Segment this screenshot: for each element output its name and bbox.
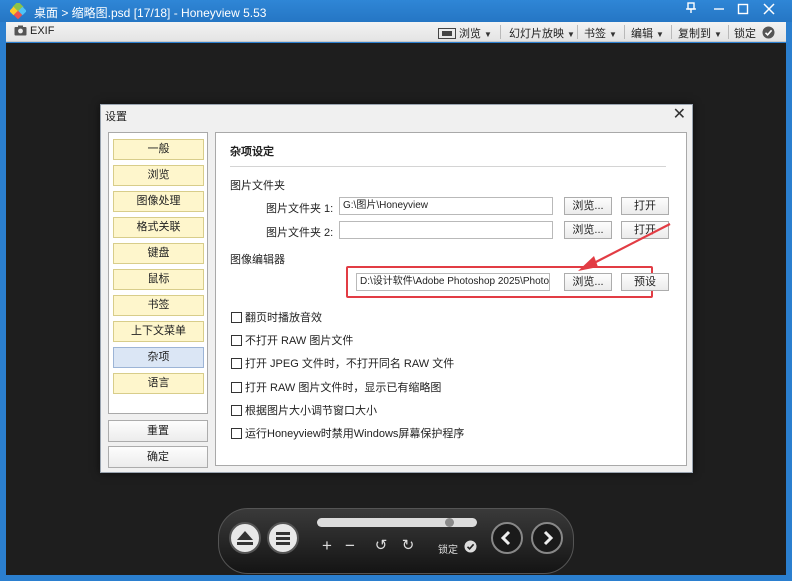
pin-icon[interactable] <box>680 1 702 21</box>
nav-item-general[interactable]: 一般 <box>113 139 204 160</box>
ok-button[interactable]: 确定 <box>108 446 208 468</box>
dialog-title: 设置 <box>105 111 127 123</box>
hamburger-icon <box>276 532 290 545</box>
rotate-right-icon[interactable]: ↻ <box>400 537 416 554</box>
toolbar-divider <box>624 25 625 39</box>
checkbox-raw-thumbnail[interactable]: 打开 RAW 图片文件时，显示已有缩略图 <box>231 379 441 394</box>
settings-dialog: 设置 ✕ 一般 浏览 图像处理 格式关联 键盘 鼠标 书签 上下文菜单 杂项 语… <box>100 104 693 473</box>
checkbox-box[interactable] <box>231 312 242 323</box>
slideshow-label: 幻灯片放映 <box>509 28 564 40</box>
copyto-menu[interactable]: 复制到 ▼ <box>678 25 722 41</box>
checkbox-jpeg-skip-raw[interactable]: 打开 JPEG 文件时，不打开同名 RAW 文件 <box>231 355 454 370</box>
lock-toggle[interactable]: 锁定 <box>734 25 778 41</box>
app-window: 桌面 > 缩略图.psd [17/18] - Honeyview 5.53 EX… <box>0 0 792 581</box>
nav-item-misc[interactable]: 杂项 <box>113 347 204 368</box>
checkbox-disable-screensaver[interactable]: 运行Honeyview时禁用Windows屏幕保护程序 <box>231 425 464 440</box>
toolbar-divider <box>577 25 578 39</box>
check-circle-icon <box>762 26 775 39</box>
eject-icon <box>237 531 253 545</box>
nav-item-context-menu[interactable]: 上下文菜单 <box>113 321 204 342</box>
chevron-down-icon: ▼ <box>714 30 722 39</box>
nav-item-keyboard[interactable]: 键盘 <box>113 243 204 264</box>
chevron-down-icon: ▼ <box>484 30 492 39</box>
toolbar-divider <box>671 25 672 39</box>
checkbox-box[interactable] <box>231 382 242 393</box>
editor-group-label: 图像编辑器 <box>230 254 285 266</box>
close-icon[interactable]: ✕ <box>673 106 686 124</box>
checkbox-page-sound[interactable]: 翻页时播放音效 <box>231 309 322 324</box>
main-toolbar: EXIF 浏览 ▼ 幻灯片放映 ▼ 书签 ▼ 编辑 ▼ 复制到 ▼ 锁定 <box>6 22 786 42</box>
window-title: 桌面 > 缩略图.psd [17/18] - Honeyview 5.53 <box>34 6 267 20</box>
chevron-down-icon: ▼ <box>609 30 617 39</box>
page-slider[interactable] <box>317 518 477 527</box>
slideshow-menu[interactable]: 幻灯片放映 ▼ <box>509 25 575 41</box>
lock-label[interactable]: 锁定 <box>438 541 458 556</box>
slider-thumb[interactable] <box>445 518 454 527</box>
reset-button[interactable]: 重置 <box>108 420 208 442</box>
lock-label: 锁定 <box>734 28 756 40</box>
edit-label: 编辑 <box>631 28 653 40</box>
exif-label: EXIF <box>30 25 55 37</box>
settings-nav: 一般 浏览 图像处理 格式关联 键盘 鼠标 书签 上下文菜单 杂项 语言 <box>108 132 208 414</box>
close-icon[interactable] <box>758 1 780 21</box>
previous-button[interactable] <box>491 522 523 554</box>
copyto-label: 复制到 <box>678 28 711 40</box>
bookmark-label: 书签 <box>584 28 606 40</box>
settings-content: 杂项设定 图片文件夹 图片文件夹 1: G:\图片\Honeyview 浏览..… <box>215 132 687 466</box>
section-divider <box>230 166 666 167</box>
folder1-field[interactable]: G:\图片\Honeyview <box>339 197 553 215</box>
folder1-browse-button[interactable]: 浏览... <box>564 197 612 215</box>
editor-preset-button[interactable]: 预设 <box>621 273 669 291</box>
exif-button[interactable]: EXIF <box>14 25 54 37</box>
checkbox-box[interactable] <box>231 405 242 416</box>
menu-button[interactable] <box>267 522 299 554</box>
nav-item-browse[interactable]: 浏览 <box>113 165 204 186</box>
bookmark-menu[interactable]: 书签 ▼ <box>584 25 617 41</box>
rotate-left-icon[interactable]: ↺ <box>373 537 389 554</box>
maximize-icon[interactable] <box>732 1 754 21</box>
nav-item-mouse[interactable]: 鼠标 <box>113 269 204 290</box>
editor-browse-button[interactable]: 浏览... <box>564 273 612 291</box>
zoom-in-icon[interactable]: + <box>319 537 335 554</box>
checkbox-fit-window[interactable]: 根据图片大小调节窗口大小 <box>231 402 377 417</box>
checkbox-box[interactable] <box>231 428 242 439</box>
check-circle-icon[interactable] <box>464 540 477 553</box>
edit-menu[interactable]: 编辑 ▼ <box>631 25 664 41</box>
nav-item-file-association[interactable]: 格式关联 <box>113 217 204 238</box>
browse-label: 浏览 <box>459 28 481 40</box>
folder-group-label: 图片文件夹 <box>230 180 285 192</box>
checkbox-no-raw[interactable]: 不打开 RAW 图片文件 <box>231 332 353 347</box>
folder1-open-button[interactable]: 打开 <box>621 197 669 215</box>
honeyview-logo-icon <box>10 3 26 19</box>
chevron-down-icon: ▼ <box>656 30 664 39</box>
checkbox-box[interactable] <box>231 358 242 369</box>
nav-item-image-processing[interactable]: 图像处理 <box>113 191 204 212</box>
nav-item-bookmark[interactable]: 书签 <box>113 295 204 316</box>
chevron-left-icon <box>500 530 511 546</box>
toolbar-divider <box>500 25 501 39</box>
title-bar: 桌面 > 缩略图.psd [17/18] - Honeyview 5.53 <box>0 0 792 22</box>
annotation-arrow-icon <box>578 223 671 271</box>
folder2-label: 图片文件夹 2: <box>266 227 334 239</box>
next-button[interactable] <box>531 522 563 554</box>
minimize-icon[interactable] <box>708 1 730 21</box>
chevron-down-icon: ▼ <box>567 30 575 39</box>
navigation-controller: + − ↺ ↻ 锁定 <box>218 508 574 574</box>
browse-menu[interactable]: 浏览 ▼ <box>438 25 492 41</box>
chevron-right-icon <box>543 530 554 546</box>
eject-button[interactable] <box>229 522 261 554</box>
nav-item-language[interactable]: 语言 <box>113 373 204 394</box>
section-title: 杂项设定 <box>230 146 274 158</box>
film-strip-icon <box>438 28 456 39</box>
folder1-label: 图片文件夹 1: <box>266 203 334 215</box>
folder2-field[interactable] <box>339 221 553 239</box>
camera-icon <box>14 25 27 36</box>
checkbox-box[interactable] <box>231 335 242 346</box>
zoom-out-icon[interactable]: − <box>342 537 358 554</box>
image-editor-path-field[interactable]: D:\设计软件\Adobe Photoshop 2025\Photoshop.e… <box>356 273 550 291</box>
toolbar-divider <box>728 25 729 39</box>
